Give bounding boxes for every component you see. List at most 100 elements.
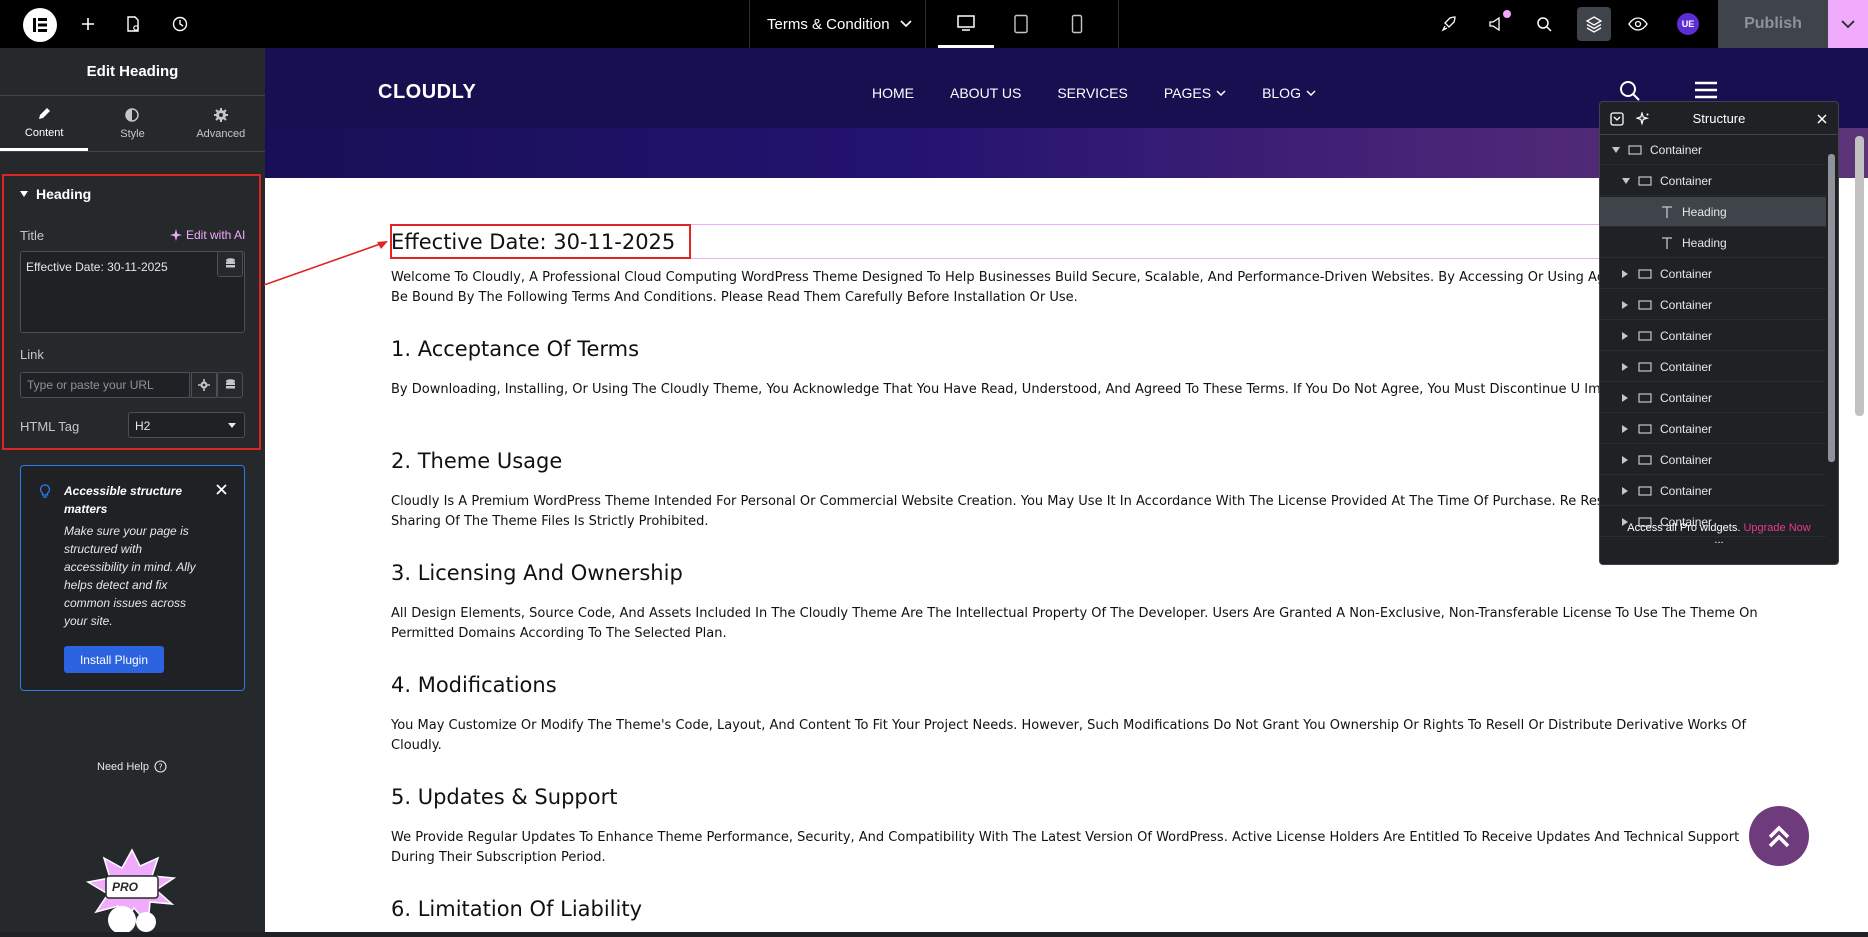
scroll-to-top-button[interactable] [1749, 806, 1809, 866]
caret-down-icon [228, 423, 236, 428]
panel-title: Edit Heading [0, 48, 265, 96]
link-input[interactable]: Type or paste your URL [20, 372, 190, 398]
page-title-dropdown[interactable]: Terms & Condition [767, 0, 912, 48]
structure-item[interactable]: Container [1600, 135, 1826, 165]
section-heading[interactable]: Effective Date: 30-11-2025 [391, 230, 675, 254]
structure-item-label: Container [1660, 483, 1713, 498]
caret-right-icon[interactable] [1622, 424, 1628, 433]
tab-advanced[interactable]: Advanced [177, 96, 265, 151]
tab-style[interactable]: Style [88, 96, 176, 151]
structure-item[interactable]: Container [1600, 259, 1826, 289]
publish-options-button[interactable] [1828, 0, 1868, 48]
structure-layers-icon[interactable] [1577, 7, 1611, 41]
search-icon[interactable] [1531, 11, 1557, 37]
structure-scrollbar[interactable] [1828, 154, 1835, 462]
section-paragraph: Welcome To Cloudly, A Professional Cloud… [391, 270, 1761, 305]
structure-header: Structure [1600, 102, 1838, 135]
canvas-scrollbar[interactable] [1855, 136, 1864, 416]
text-heading-icon [1662, 205, 1672, 218]
panel-tabs: Content Style Advanced [0, 96, 265, 152]
menu-item-home[interactable]: HOME [872, 85, 914, 101]
elementor-logo-icon[interactable] [23, 8, 57, 42]
edit-with-ai-button[interactable]: Edit with AI [170, 228, 245, 242]
upgrade-now-link[interactable]: Upgrade Now [1743, 522, 1810, 534]
structure-item[interactable]: Heading [1600, 197, 1826, 227]
caret-right-icon[interactable] [1622, 331, 1628, 340]
tablet-icon [1014, 14, 1028, 34]
structure-item[interactable]: Container [1600, 445, 1826, 475]
add-element-icon[interactable] [75, 11, 101, 37]
desktop-view-button[interactable] [938, 0, 994, 48]
menu-item-about[interactable]: ABOUT US [950, 85, 1021, 101]
half-circle-icon [125, 108, 140, 122]
section-paragraph: By Downloading, Installing, Or Using The… [391, 382, 1668, 397]
menu-item-pages[interactable]: PAGES [1164, 85, 1226, 101]
close-icon[interactable] [1817, 114, 1827, 124]
page-settings-icon[interactable] [120, 11, 146, 37]
title-textarea[interactable]: Effective Date: 30-11-2025 [20, 251, 245, 333]
rocket-icon[interactable] [1436, 11, 1462, 37]
page-title: Terms & Condition [767, 15, 890, 33]
need-help-link[interactable]: Need Help ? [97, 760, 167, 773]
caret-right-icon[interactable] [1622, 300, 1628, 309]
collapse-all-icon[interactable] [1610, 112, 1624, 126]
site-brand[interactable]: CLOUDLY [378, 81, 476, 104]
ai-sparkle-icon[interactable] [1636, 112, 1650, 126]
caret-right-icon[interactable] [1622, 393, 1628, 402]
gear-icon [198, 379, 210, 391]
section-heading: 3. Licensing And Ownership [391, 561, 683, 585]
close-icon[interactable] [216, 484, 227, 495]
menu-item-services[interactable]: SERVICES [1057, 85, 1128, 101]
hamburger-menu-icon[interactable] [1695, 81, 1717, 99]
structure-title: Structure [1692, 110, 1746, 126]
history-icon[interactable] [167, 11, 193, 37]
user-avatar[interactable]: UE [1677, 13, 1699, 35]
publish-button[interactable]: Publish [1718, 0, 1828, 48]
link-label: Link [20, 347, 44, 362]
menu-item-blog[interactable]: BLOG [1262, 85, 1316, 101]
structure-item[interactable]: Container [1600, 383, 1826, 413]
caret-right-icon[interactable] [1622, 486, 1628, 495]
chevron-down-icon [899, 20, 912, 28]
structure-navigator: Structure Container Container Heading Headi… [1599, 101, 1839, 565]
structure-item[interactable]: Container [1600, 352, 1826, 382]
dynamic-tags-button[interactable] [217, 251, 243, 277]
site-search-icon[interactable] [1619, 80, 1641, 102]
caret-right-icon[interactable] [1622, 455, 1628, 464]
notice-body: Make sure your page is structured with a… [64, 524, 196, 628]
caret-down-icon[interactable] [1612, 146, 1620, 153]
tablet-view-button[interactable] [993, 0, 1049, 48]
double-chevron-up-icon [1768, 825, 1790, 848]
structure-item[interactable]: Container [1600, 290, 1826, 320]
title-label: Title [20, 228, 45, 243]
structure-item[interactable]: Heading [1600, 228, 1826, 258]
caret-right-icon[interactable] [1622, 362, 1628, 371]
install-plugin-button[interactable]: Install Plugin [64, 646, 164, 673]
structure-item[interactable]: Container [1600, 166, 1826, 196]
link-dynamic-tags-button[interactable] [217, 372, 243, 398]
site-menu: HOME ABOUT US SERVICES PAGES BLOG [872, 85, 1316, 101]
pencil-icon [39, 107, 51, 119]
caret-down-icon[interactable] [1622, 177, 1630, 184]
structure-item[interactable]: Container [1600, 414, 1826, 444]
structure-item-label: Heading [1682, 204, 1727, 219]
section-paragraph: You May Customize Or Modify The Theme's … [391, 718, 1747, 753]
heading-section-toggle[interactable]: Heading [20, 186, 91, 202]
caret-right-icon[interactable] [1622, 269, 1628, 278]
pro-badge: PRO [112, 880, 139, 894]
container-icon [1638, 175, 1652, 186]
structure-item[interactable]: Container [1600, 321, 1826, 351]
tab-content[interactable]: Content [0, 96, 89, 151]
html-tag-select[interactable]: H2 [128, 412, 245, 438]
link-options-button[interactable] [191, 372, 217, 398]
html-tag-label: HTML Tag [20, 419, 80, 434]
mobile-view-button[interactable] [1049, 0, 1105, 48]
section-heading: 2. Theme Usage [391, 449, 563, 473]
structure-item[interactable]: Container [1600, 476, 1826, 506]
chevron-down-icon [1216, 90, 1226, 96]
annotation-arrow [263, 241, 388, 286]
more-dots[interactable]: ... [1600, 535, 1838, 546]
chevron-down-icon [1841, 19, 1855, 28]
preview-eye-icon[interactable] [1625, 11, 1651, 37]
caret-down-icon [20, 191, 28, 197]
